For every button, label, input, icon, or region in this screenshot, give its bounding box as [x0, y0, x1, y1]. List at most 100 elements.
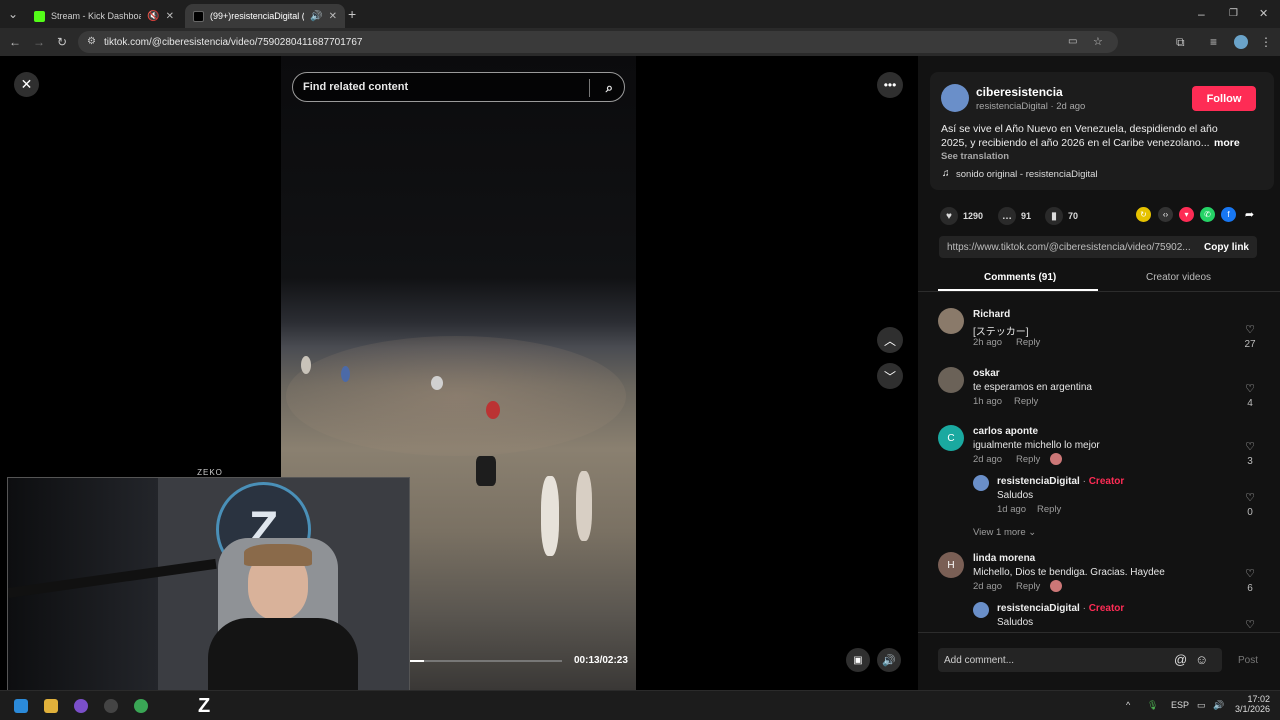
- comment-avatar[interactable]: H: [938, 552, 964, 578]
- browser-menu-icon[interactable]: ⋮: [1260, 36, 1272, 48]
- tab-kick-dashboard[interactable]: Stream - Kick Dashboard 🔇 ✕: [26, 4, 182, 28]
- mute-icon[interactable]: 🔇: [147, 11, 159, 22]
- comment-author[interactable]: carlos aponte: [973, 426, 1038, 437]
- back-icon[interactable]: ←: [9, 36, 21, 48]
- app-icon[interactable]: [104, 699, 118, 713]
- cast-icon[interactable]: ▭: [1068, 36, 1077, 48]
- audio-icon[interactable]: 🔊: [310, 11, 322, 22]
- tray-overflow-icon[interactable]: ^: [1126, 700, 1130, 710]
- address-bar: ← → ↻ ⚙ tiktok.com/@ciberesistencia/vide…: [0, 28, 1280, 56]
- comment-like-icon[interactable]: ♡: [1242, 382, 1258, 395]
- share-friends-icon[interactable]: ▾: [1179, 207, 1194, 222]
- view-more-replies[interactable]: View 1 more ⌄: [973, 527, 1036, 538]
- clock-date: 3/1/2026: [1234, 704, 1270, 714]
- next-video-button[interactable]: ﹀: [877, 363, 903, 389]
- reply-like-count: 0: [1247, 507, 1253, 518]
- reply-author[interactable]: resistenciaDigital · Creator: [997, 476, 1124, 487]
- comment-stat[interactable]: … 91: [998, 207, 1031, 225]
- comment-author[interactable]: linda morena: [973, 553, 1035, 564]
- caption-line: 2025, y recibiendo el año 2026 en el Car…: [941, 137, 1210, 149]
- like-stat[interactable]: ♥ 1290: [940, 207, 983, 225]
- forward-icon[interactable]: →: [33, 36, 45, 48]
- see-translation-link[interactable]: See translation: [941, 151, 1009, 162]
- like-count: 1290: [963, 211, 984, 221]
- tab-creator-videos[interactable]: Creator videos: [1146, 272, 1211, 283]
- author-avatar[interactable]: [941, 84, 969, 112]
- caption-line: Así se vive el Año Nuevo en Venezuela, d…: [941, 123, 1218, 135]
- file-explorer-icon[interactable]: [44, 699, 58, 713]
- share-arrow-icon[interactable]: ➦: [1242, 207, 1257, 222]
- comment-like-icon[interactable]: ♡: [1242, 567, 1258, 580]
- extensions-icon[interactable]: ⧉: [1176, 36, 1185, 48]
- crowd-area: [286, 336, 626, 456]
- start-icon[interactable]: [14, 699, 28, 713]
- url-field[interactable]: ⚙ tiktok.com/@ciberesistencia/video/7590…: [78, 31, 1118, 53]
- reply-button[interactable]: Reply: [1016, 337, 1040, 348]
- save-stat[interactable]: ▮ 70: [1045, 207, 1078, 225]
- reply-author-name: resistenciaDigital: [997, 476, 1080, 487]
- reload-icon[interactable]: ↻: [57, 36, 67, 48]
- close-video-button[interactable]: ✕: [14, 72, 39, 97]
- share-link-field[interactable]: https://www.tiktok.com/@ciberesistencia/…: [939, 236, 1257, 258]
- comment-avatar[interactable]: [938, 367, 964, 393]
- sound-link[interactable]: sonido original - resistenciaDigital: [956, 169, 1098, 180]
- reply-button[interactable]: Reply: [1016, 581, 1040, 592]
- tab-comments[interactable]: Comments (91): [984, 272, 1056, 283]
- post-comment-button[interactable]: Post: [1238, 655, 1258, 666]
- clock[interactable]: 17:02 3/1/2026: [1234, 694, 1270, 714]
- emoji-icon[interactable]: ☺: [1195, 652, 1208, 667]
- follow-button[interactable]: Follow: [1192, 86, 1256, 111]
- share-repost-icon[interactable]: ↻: [1136, 207, 1151, 222]
- pip-button[interactable]: ▣: [846, 648, 870, 672]
- reply-avatar[interactable]: [973, 475, 989, 491]
- volume-tray-icon[interactable]: 🔊: [1213, 700, 1224, 711]
- comment-like-icon[interactable]: ♡: [1242, 440, 1258, 453]
- person-figure: [576, 471, 592, 541]
- volume-button[interactable]: 🔊: [877, 648, 901, 672]
- tab-tiktok[interactable]: (99+)resistenciaDigital (@c 🔊 ✕: [185, 4, 345, 28]
- close-tab-icon[interactable]: ✕: [329, 11, 337, 22]
- view-more-label: View 1 more: [973, 527, 1026, 538]
- facebook-icon[interactable]: f: [1221, 207, 1236, 222]
- media-control-icon[interactable]: ≡: [1210, 36, 1217, 48]
- tab-search-icon[interactable]: ⌄: [8, 8, 18, 20]
- zeko-taskbar-icon[interactable]: Z: [198, 695, 210, 718]
- comment-author[interactable]: oskar: [973, 368, 1000, 379]
- author-username[interactable]: ciberesistencia: [976, 85, 1063, 99]
- restore-icon[interactable]: ❐: [1229, 8, 1238, 20]
- progress-track[interactable]: [410, 660, 562, 662]
- reply-author[interactable]: resistenciaDigital · Creator: [997, 603, 1124, 614]
- mention-icon[interactable]: @: [1174, 652, 1187, 667]
- bookmark-star-icon[interactable]: ☆: [1093, 36, 1103, 48]
- add-comment-input[interactable]: Add comment... @ ☺: [938, 648, 1222, 672]
- embed-icon[interactable]: ‹›: [1158, 207, 1173, 222]
- reply-button[interactable]: Reply: [1037, 504, 1061, 515]
- profile-avatar[interactable]: [1234, 35, 1248, 49]
- site-info-icon[interactable]: ⚙: [87, 36, 96, 48]
- caption-more-link[interactable]: more: [1214, 137, 1240, 149]
- reply-like-icon[interactable]: ♡: [1242, 618, 1258, 631]
- comment-avatar[interactable]: C: [938, 425, 964, 451]
- comment-author[interactable]: Richard: [973, 309, 1010, 320]
- search-icon[interactable]: ⌕: [606, 80, 613, 96]
- chrome-icon[interactable]: [134, 699, 148, 713]
- reply-avatar[interactable]: [973, 602, 989, 618]
- language-indicator[interactable]: ESP: [1171, 700, 1189, 710]
- more-options-button[interactable]: •••: [877, 72, 903, 98]
- window-close-icon[interactable]: ✕: [1259, 8, 1268, 20]
- network-icon[interactable]: ▭: [1197, 700, 1206, 711]
- new-tab-icon[interactable]: +: [348, 7, 356, 21]
- reply-like-icon[interactable]: ♡: [1242, 491, 1258, 504]
- related-search-input[interactable]: Find related content ⌕: [292, 72, 625, 102]
- comment-avatar[interactable]: [938, 308, 964, 334]
- microphone-icon[interactable]: 🎙: [1147, 700, 1158, 711]
- copy-link-button[interactable]: Copy link: [1204, 242, 1249, 253]
- reply-button[interactable]: Reply: [1014, 396, 1038, 407]
- close-tab-icon[interactable]: ✕: [166, 11, 174, 22]
- reply-button[interactable]: Reply: [1016, 454, 1040, 465]
- app-icon[interactable]: [74, 699, 88, 713]
- previous-video-button[interactable]: ︿: [877, 327, 903, 353]
- whatsapp-icon[interactable]: ✆: [1200, 207, 1215, 222]
- comment-like-icon[interactable]: ♡: [1242, 323, 1258, 336]
- minimize-icon[interactable]: –: [1198, 8, 1205, 20]
